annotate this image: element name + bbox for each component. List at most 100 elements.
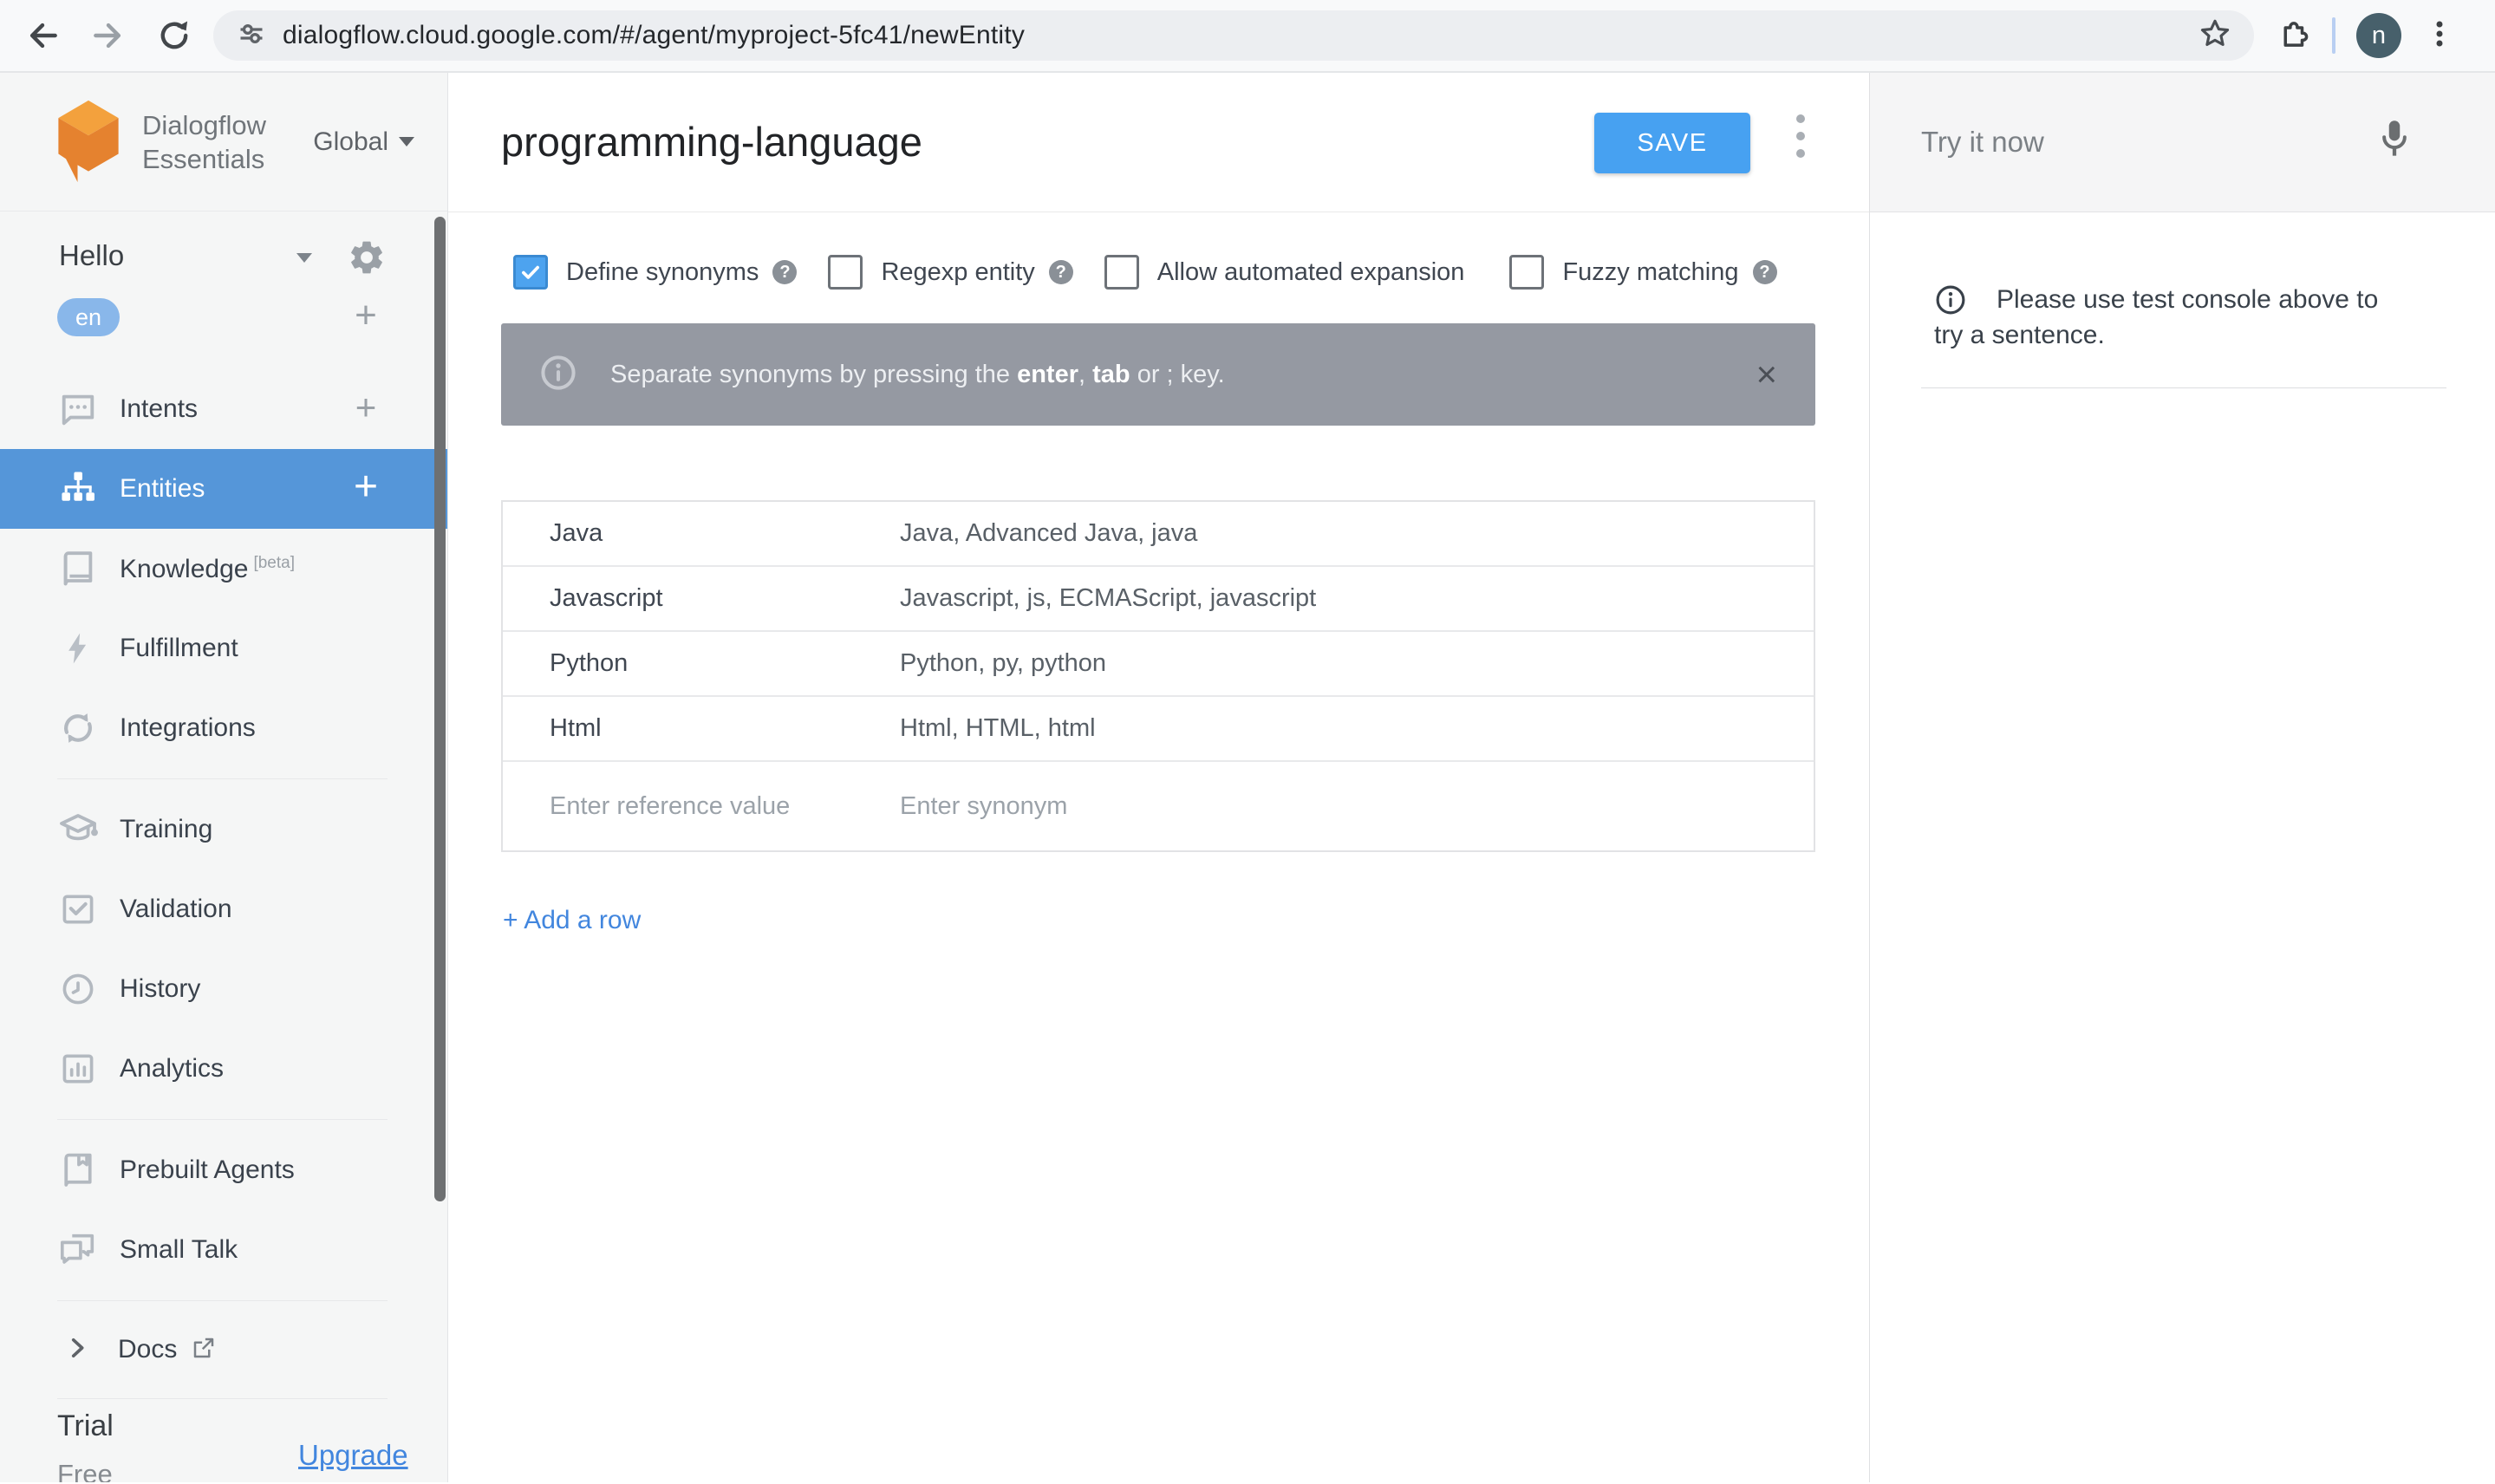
- sidebar-item-fulfillment[interactable]: Fulfillment: [0, 609, 447, 688]
- language-badge[interactable]: en: [57, 298, 120, 336]
- option-regexp-entity: Regexp entity ?: [828, 255, 1073, 290]
- close-icon[interactable]: ×: [1756, 356, 1777, 393]
- chevron-right-icon: [62, 1333, 92, 1367]
- synonyms-hint-banner: Separate synonyms by pressing the enter,…: [501, 323, 1815, 426]
- option-label: Allow automated expansion: [1156, 257, 1465, 286]
- language-row: en +: [0, 295, 447, 338]
- sidebar-item-docs[interactable]: Docs: [0, 1312, 447, 1388]
- reference-value-cell[interactable]: Html: [550, 714, 900, 743]
- console-message-text: Please use test console above to try a s…: [1934, 285, 2379, 349]
- reference-value-cell[interactable]: Javascript: [550, 584, 900, 613]
- sidebar-scrollbar[interactable]: [434, 217, 446, 1201]
- table-row: Javascript Javascript, js, ECMAScript, j…: [503, 567, 1814, 632]
- help-icon[interactable]: ?: [772, 260, 798, 284]
- option-label: Fuzzy matching: [1562, 257, 1739, 286]
- forward-icon[interactable]: [88, 16, 128, 55]
- sidebar-item-validation[interactable]: Validation: [0, 869, 447, 949]
- option-fuzzy-matching: Fuzzy matching ?: [1509, 255, 1777, 290]
- beta-badge: [beta]: [253, 553, 295, 572]
- entities-sitemap-icon: [57, 468, 99, 510]
- omnibox[interactable]: dialogflow.cloud.google.com/#/agent/mypr…: [213, 10, 2254, 61]
- avatar[interactable]: n: [2356, 13, 2401, 58]
- add-entity-button[interactable]: +: [343, 449, 388, 529]
- extensions-puzzle-icon[interactable]: [2275, 16, 2311, 56]
- fuzzy-matching-checkbox[interactable]: [1509, 255, 1545, 290]
- screen: dialogflow.cloud.google.com/#/agent/mypr…: [0, 0, 2495, 1484]
- region-label: Global: [313, 127, 388, 156]
- sidebar-item-entities[interactable]: Entities +: [0, 449, 447, 529]
- sidebar: Dialogflow Essentials Global Hello en +: [0, 73, 448, 1482]
- fulfillment-bolt-icon: [57, 628, 99, 669]
- synonyms-cell[interactable]: Javascript, js, ECMAScript, javascript: [900, 584, 1814, 613]
- option-label: Define synonyms: [566, 257, 759, 286]
- gear-icon[interactable]: [347, 238, 387, 282]
- sidebar-divider: [57, 1119, 388, 1120]
- sidebar-item-label: Integrations: [120, 713, 256, 742]
- sidebar-item-analytics[interactable]: Analytics: [0, 1029, 447, 1109]
- entity-header: programming-language SAVE: [448, 73, 1869, 212]
- regexp-entity-checkbox[interactable]: [828, 255, 863, 290]
- sidebar-divider: [57, 1300, 388, 1301]
- prebuilt-agents-book-icon: [57, 1149, 99, 1191]
- sidebar-item-label: Prebuilt Agents: [120, 1155, 295, 1184]
- sidebar-header: Dialogflow Essentials Global: [0, 73, 447, 212]
- try-it-now-input[interactable]: [1921, 126, 2285, 159]
- allow-automated-expansion-checkbox[interactable]: [1104, 255, 1139, 290]
- sidebar-item-label: Validation: [120, 895, 232, 923]
- toolbar-separator: [2332, 17, 2335, 54]
- synonym-input[interactable]: [900, 791, 1741, 821]
- new-entry-row: [503, 762, 1814, 850]
- browser-menu-kebab-icon[interactable]: [2422, 16, 2457, 55]
- synonyms-cell[interactable]: Python, py, python: [900, 649, 1814, 678]
- upgrade-link[interactable]: Upgrade: [298, 1439, 408, 1472]
- reference-value-input[interactable]: [550, 791, 872, 821]
- sidebar-item-label: History: [120, 974, 201, 1003]
- define-synonyms-checkbox[interactable]: [513, 255, 548, 290]
- help-icon[interactable]: ?: [1048, 260, 1073, 284]
- synonyms-cell[interactable]: Java, Advanced Java, java: [900, 519, 1814, 548]
- add-intent-button[interactable]: +: [343, 369, 388, 449]
- sidebar-item-knowledge[interactable]: Knowledge [beta]: [0, 529, 447, 609]
- url-text[interactable]: dialogflow.cloud.google.com/#/agent/mypr…: [283, 21, 1025, 50]
- agent-name[interactable]: Hello: [59, 239, 124, 272]
- sidebar-item-small-talk[interactable]: Small Talk: [0, 1210, 447, 1290]
- sidebar-item-history[interactable]: History: [0, 949, 447, 1029]
- bookmark-star-icon[interactable]: [2197, 16, 2233, 56]
- reference-value-cell[interactable]: Python: [550, 649, 900, 678]
- browser-right-cluster: n: [2275, 13, 2457, 58]
- add-language-button[interactable]: +: [343, 295, 388, 336]
- sidebar-divider: [57, 1398, 388, 1399]
- site-settings-icon[interactable]: [234, 16, 269, 55]
- training-cap-icon: [57, 809, 99, 850]
- chevron-down-icon: [399, 137, 414, 146]
- add-row-link[interactable]: + Add a row: [503, 906, 641, 935]
- docs-label: Docs: [118, 1335, 178, 1364]
- test-console-panel: Please use test console above to try a s…: [1869, 73, 2495, 1482]
- entity-name-field[interactable]: programming-language: [501, 118, 922, 166]
- synonyms-cell[interactable]: Html, HTML, html: [900, 714, 1814, 743]
- sidebar-item-integrations[interactable]: Integrations: [0, 688, 447, 768]
- intents-chat-icon: [57, 388, 99, 430]
- table-row: Java Java, Advanced Java, java: [503, 502, 1814, 567]
- agent-selector-row: Hello: [0, 236, 447, 281]
- sidebar-item-prebuilt-agents[interactable]: Prebuilt Agents: [0, 1130, 447, 1210]
- save-button[interactable]: SAVE: [1594, 113, 1750, 173]
- chevron-down-icon[interactable]: [296, 253, 312, 263]
- back-icon[interactable]: [23, 16, 62, 55]
- sidebar-item-label: Analytics: [120, 1054, 225, 1083]
- sidebar-item-intents[interactable]: Intents +: [0, 369, 447, 449]
- sidebar-item-label: Knowledge [beta]: [120, 553, 295, 583]
- region-selector[interactable]: Global: [313, 127, 447, 157]
- mic-icon[interactable]: [2377, 118, 2412, 171]
- sidebar-item-training[interactable]: Training: [0, 790, 447, 869]
- sidebar-item-label: Small Talk: [120, 1235, 238, 1264]
- info-icon: [539, 354, 577, 396]
- option-define-synonyms: Define synonyms ?: [513, 255, 798, 290]
- banner-text: Separate synonyms by pressing the enter,…: [610, 360, 1225, 388]
- console-message: Please use test console above to try a s…: [1934, 282, 2407, 353]
- help-icon[interactable]: ?: [1752, 260, 1777, 284]
- sidebar-item-label: Intents: [120, 394, 199, 423]
- more-kebab-icon[interactable]: [1787, 109, 1814, 163]
- reference-value-cell[interactable]: Java: [550, 519, 900, 548]
- reload-icon[interactable]: [154, 16, 194, 55]
